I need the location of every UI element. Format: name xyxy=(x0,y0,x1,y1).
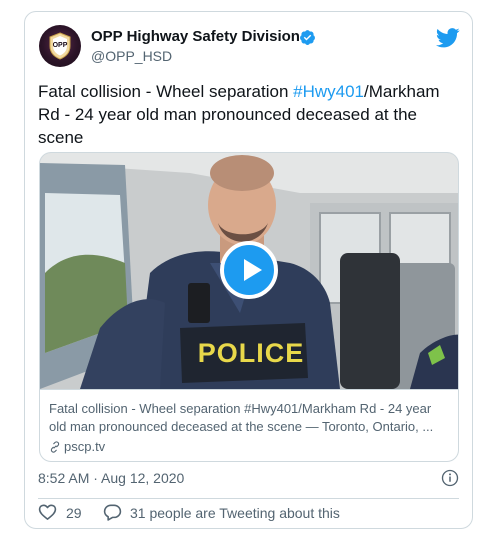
account-handle[interactable]: @OPP_HSD xyxy=(91,48,172,64)
play-icon xyxy=(244,259,262,281)
link-domain-text: pscp.tv xyxy=(64,439,106,454)
tweet-text-part: Fatal collision - Wheel separation xyxy=(38,82,294,101)
link-description-line: old man pronounced deceased at the scene… xyxy=(49,419,434,434)
verified-badge-icon xyxy=(300,30,315,45)
heart-icon[interactable] xyxy=(38,503,57,521)
avatar[interactable]: OPP xyxy=(39,25,81,67)
tweet-card[interactable]: OPP OPP Highway Safety Division @OPP_HSD… xyxy=(24,11,473,529)
video-thumbnail[interactable]: POLICE xyxy=(40,153,458,389)
twitter-bird-icon[interactable] xyxy=(436,28,460,48)
like-count[interactable]: 29 xyxy=(66,505,82,521)
link-preview[interactable]: Fatal collision - Wheel separation #Hwy4… xyxy=(40,389,458,461)
tweet-text: Fatal collision - Wheel separation #Hwy4… xyxy=(38,80,458,149)
media-card[interactable]: POLICE Fatal collision - Wheel separatio… xyxy=(39,152,459,462)
police-vest-text: POLICE xyxy=(197,338,305,368)
hashtag-link[interactable]: #Hwy401 xyxy=(293,82,364,101)
display-name[interactable]: OPP Highway Safety Division xyxy=(91,28,300,45)
reply-icon[interactable] xyxy=(103,503,122,521)
link-icon xyxy=(50,440,60,453)
link-domain: pscp.tv xyxy=(49,439,451,454)
replies-link[interactable]: 31 people are Tweeting about this xyxy=(130,505,340,521)
avatar-label: OPP xyxy=(52,42,68,49)
tweet-timestamp[interactable]: 8:52 AM · Aug 12, 2020 xyxy=(38,470,184,486)
divider xyxy=(38,498,459,499)
play-button[interactable] xyxy=(220,241,278,299)
link-description-line: Fatal collision - Wheel separation #Hwy4… xyxy=(49,401,432,416)
info-icon[interactable] xyxy=(441,469,459,487)
